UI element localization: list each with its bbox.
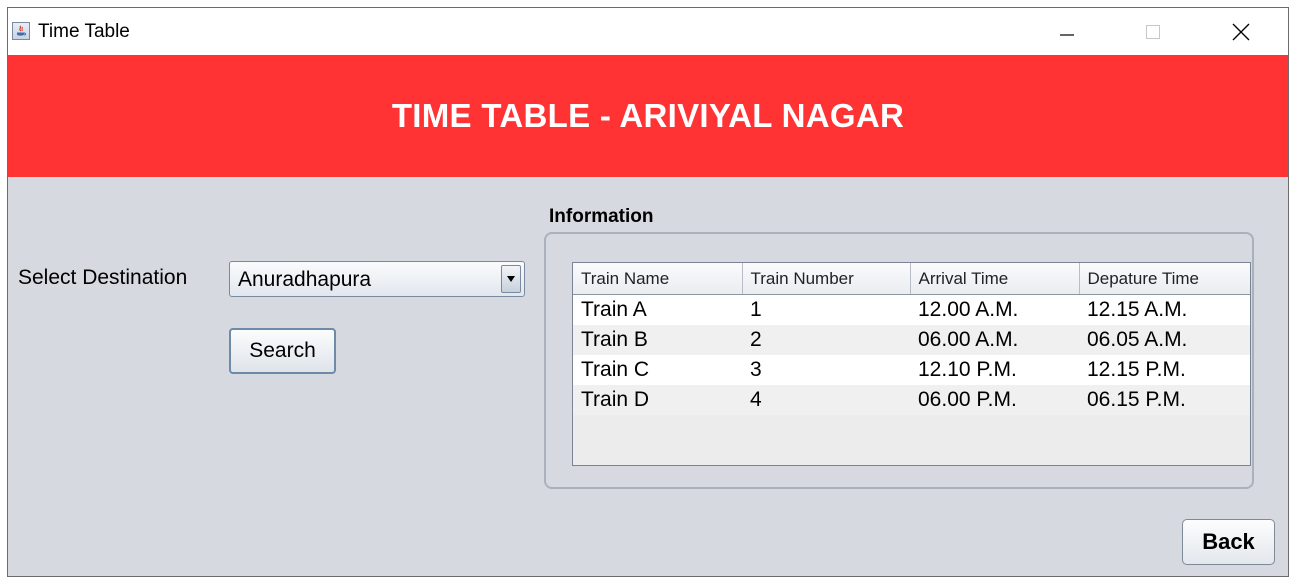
java-app-icon[interactable] xyxy=(12,22,30,40)
cell-departure-time[interactable]: 06.05 A.M. xyxy=(1079,325,1250,355)
table-row[interactable]: Train D 4 06.00 P.M. 06.15 P.M. xyxy=(573,385,1250,415)
table-row[interactable]: Train A 1 12.00 A.M. 12.15 A.M. xyxy=(573,294,1250,325)
header-banner: TIME TABLE - ARIVIYAL NAGAR xyxy=(8,55,1288,177)
app-window: Time Table TIME TABLE - ARIVIYAL NAGAR S… xyxy=(7,7,1289,577)
triangle-down-icon xyxy=(507,276,515,282)
cell-arrival-time[interactable]: 12.00 A.M. xyxy=(910,294,1079,325)
cell-departure-time[interactable]: 12.15 P.M. xyxy=(1079,355,1250,385)
close-button[interactable] xyxy=(1218,8,1264,55)
page-title: TIME TABLE - ARIVIYAL NAGAR xyxy=(391,97,905,134)
cell-train-number[interactable]: 2 xyxy=(742,325,910,355)
dropdown-arrow-button[interactable] xyxy=(501,265,521,293)
maximize-button[interactable] xyxy=(1130,8,1176,55)
table-header-row: Train Name Train Number Arrival Time Dep… xyxy=(573,263,1250,295)
information-title: Information xyxy=(549,206,654,227)
cell-train-name[interactable]: Train D xyxy=(573,385,742,415)
maximize-icon xyxy=(1146,24,1160,39)
destination-dropdown[interactable]: Anuradhapura xyxy=(229,261,525,297)
column-header-train-number[interactable]: Train Number xyxy=(742,263,911,295)
search-button[interactable]: Search xyxy=(229,328,336,374)
cell-train-number[interactable]: 3 xyxy=(742,355,910,385)
column-header-arrival-time[interactable]: Arrival Time xyxy=(910,263,1080,295)
destination-label: Select Destination xyxy=(18,266,188,289)
cell-train-name[interactable]: Train A xyxy=(573,294,742,325)
table-row[interactable]: Train B 2 06.00 A.M. 06.05 A.M. xyxy=(573,325,1250,355)
cell-departure-time[interactable]: 12.15 A.M. xyxy=(1079,294,1250,325)
window-title: Time Table xyxy=(38,21,130,42)
information-panel: Train Name Train Number Arrival Time Dep… xyxy=(544,232,1254,489)
column-header-departure-time[interactable]: Depature Time xyxy=(1079,263,1250,295)
minimize-button[interactable] xyxy=(1044,8,1090,55)
timetable-table[interactable]: Train Name Train Number Arrival Time Dep… xyxy=(572,262,1251,466)
back-button[interactable]: Back xyxy=(1182,519,1275,565)
destination-selected-value: Anuradhapura xyxy=(238,268,372,291)
cell-train-number[interactable]: 1 xyxy=(742,294,910,325)
cell-train-name[interactable]: Train C xyxy=(573,355,742,385)
cell-train-name[interactable]: Train B xyxy=(573,325,742,355)
cell-train-number[interactable]: 4 xyxy=(742,385,910,415)
cell-arrival-time[interactable]: 06.00 P.M. xyxy=(910,385,1079,415)
title-bar: Time Table xyxy=(8,8,1288,55)
cell-arrival-time[interactable]: 06.00 A.M. xyxy=(910,325,1079,355)
minimize-icon xyxy=(1060,33,1074,36)
column-header-train-name[interactable]: Train Name xyxy=(573,263,743,295)
close-icon xyxy=(1232,23,1250,40)
cell-departure-time[interactable]: 06.15 P.M. xyxy=(1079,385,1250,415)
table-row[interactable]: Train C 3 12.10 P.M. 12.15 P.M. xyxy=(573,355,1250,385)
cell-arrival-time[interactable]: 12.10 P.M. xyxy=(910,355,1079,385)
